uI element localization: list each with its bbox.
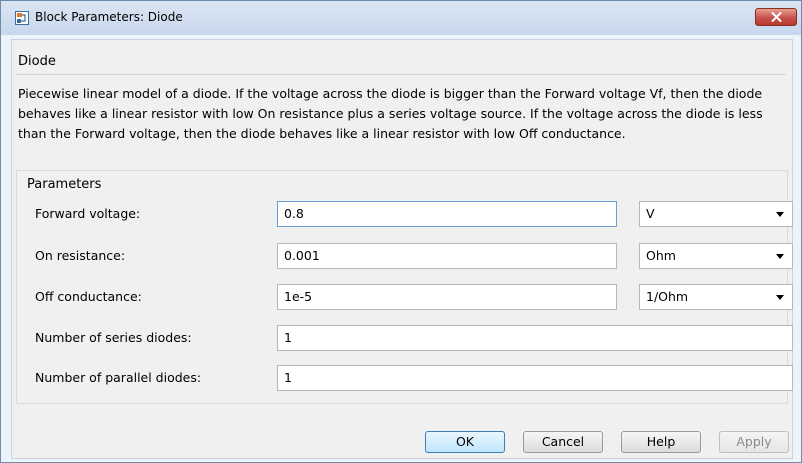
parameters-heading: Parameters — [27, 177, 102, 192]
close-button[interactable] — [755, 8, 797, 26]
close-icon — [771, 12, 782, 22]
forward-voltage-unit-value: V — [646, 206, 655, 221]
ok-button[interactable]: OK — [425, 431, 505, 453]
parameters-group: Parameters Forward voltage: 0.8 V On res… — [16, 170, 793, 404]
block-description: Piecewise linear model of a diode. If th… — [18, 86, 763, 141]
forward-voltage-unit-select[interactable]: V — [639, 201, 793, 227]
off-conductance-unit-value: 1/Ohm — [646, 289, 689, 304]
off-conductance-unit-select[interactable]: 1/Ohm — [639, 284, 793, 310]
on-resistance-label: On resistance: — [35, 248, 126, 263]
block-name-heading: Diode — [18, 54, 56, 69]
apply-button: Apply — [719, 431, 789, 453]
series-diodes-label: Number of series diodes: — [35, 330, 192, 345]
cancel-button[interactable]: Cancel — [523, 431, 603, 453]
series-diodes-field[interactable]: 1 — [277, 325, 793, 351]
chevron-down-icon — [776, 212, 784, 217]
chevron-down-icon — [776, 254, 784, 259]
divider — [16, 74, 786, 75]
chevron-down-icon — [776, 295, 784, 300]
forward-voltage-field[interactable]: 0.8 — [277, 201, 617, 227]
window-title: Block Parameters: Diode — [35, 10, 183, 24]
title-bar[interactable]: Block Parameters: Diode — [1, 1, 801, 35]
on-resistance-field[interactable]: 0.001 — [277, 243, 617, 269]
block-parameters-dialog: Block Parameters: Diode Diode Piecewise … — [0, 0, 802, 463]
off-conductance-label: Off conductance: — [35, 289, 142, 304]
on-resistance-unit-value: Ohm — [646, 248, 676, 263]
help-button[interactable]: Help — [621, 431, 701, 453]
off-conductance-field[interactable]: 1e-5 — [277, 284, 617, 310]
dialog-content: Diode Piecewise linear model of a diode.… — [11, 39, 793, 459]
parallel-diodes-label: Number of parallel diodes: — [35, 370, 202, 385]
on-resistance-unit-select[interactable]: Ohm — [639, 243, 793, 269]
simulink-block-icon — [15, 11, 29, 25]
forward-voltage-label: Forward voltage: — [35, 206, 141, 221]
parallel-diodes-field[interactable]: 1 — [277, 365, 793, 391]
